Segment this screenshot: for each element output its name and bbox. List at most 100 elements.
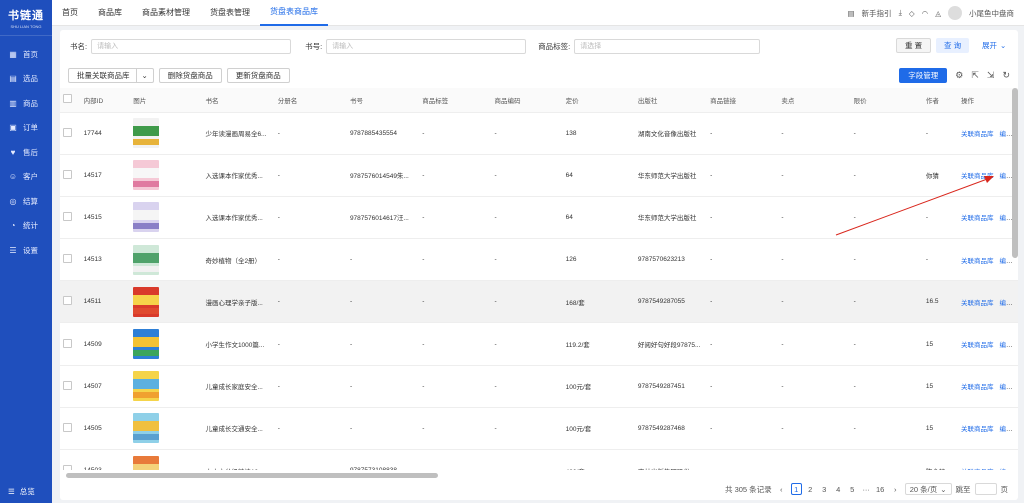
book-cover-image[interactable] [133, 244, 160, 275]
select-all-checkbox[interactable] [63, 94, 72, 104]
page-number[interactable]: 4 [833, 483, 844, 495]
page-number[interactable]: 3 [819, 483, 830, 495]
link-goods-library-link[interactable]: 关联商品库 [961, 426, 994, 433]
avatar[interactable] [948, 6, 962, 20]
jump-page-input[interactable] [974, 483, 997, 495]
row-checkbox[interactable] [63, 380, 72, 390]
row-checkbox[interactable] [63, 169, 72, 179]
table-row[interactable]: 14503小古文分级精读12...-9787573108838--480/套吉林… [60, 449, 1018, 470]
notification-bell-icon[interactable]: ◬ [935, 9, 941, 18]
book-name-input[interactable]: 请输入 [91, 38, 292, 54]
vertical-scrollbar[interactable] [1012, 88, 1018, 258]
link-goods-library-link[interactable]: 关联商品库 [961, 469, 994, 470]
guide-link[interactable]: 新手指引 [862, 8, 892, 19]
link-goods-library-link[interactable]: 关联商品库 [961, 384, 994, 391]
edit-link[interactable]: 编辑 [999, 426, 1012, 433]
skin-icon[interactable]: ◇ [909, 9, 915, 18]
row-checkbox[interactable] [63, 254, 72, 264]
book-cover-image[interactable] [133, 371, 160, 402]
sidebar-item[interactable]: ▦ 首页 [0, 42, 52, 67]
table-row[interactable]: 14509 小学生作文1000篇... - - - -119.2/套 好阅好句好段97875… [60, 322, 1018, 366]
sidebar-item[interactable]: ♥ 售后 [0, 140, 52, 165]
headset-icon[interactable]: ◠ [922, 9, 929, 18]
export-icon[interactable]: ⇱ [971, 70, 979, 81]
row-checkbox[interactable] [63, 465, 72, 470]
expand-toggle[interactable]: 展开 ⌄ [974, 38, 1014, 53]
page-number[interactable]: 5 [847, 483, 858, 495]
page-number[interactable]: ··· [861, 483, 872, 495]
top-tab[interactable]: 货盘表商品库 [260, 0, 328, 26]
row-checkbox[interactable] [63, 422, 72, 432]
sidebar-item[interactable]: ◔ 统计 [0, 214, 52, 239]
page-number[interactable]: 16 [875, 483, 886, 495]
link-goods-library-link[interactable]: 关联商品库 [961, 131, 994, 138]
edit-link[interactable]: 编辑 [999, 258, 1012, 265]
reset-button[interactable]: 重 置 [896, 38, 932, 53]
top-tab[interactable]: 货盘表管理 [200, 0, 260, 26]
page-number[interactable]: 1 [790, 483, 802, 495]
delete-pallet-goods-button[interactable]: 删除货盘商品 [158, 67, 222, 83]
guide-icon[interactable]: ▤ [847, 9, 854, 18]
book-cover-image[interactable] [133, 202, 160, 233]
table-row[interactable]: 17744 少年读漫画周易全6... -9787885435554- -138 湖南文化… [60, 112, 1018, 155]
top-right-tools: ▤ 新手指引 ⤓ ◇ ◠ ◬ 小尾鱼中盘商 [847, 0, 1014, 26]
tag-select[interactable]: 请选择 [574, 38, 761, 54]
edit-link[interactable]: 编辑 [999, 173, 1012, 180]
next-page-button[interactable]: › [890, 483, 901, 495]
prev-page-button[interactable]: ‹ [776, 483, 787, 495]
table-row[interactable]: 14517 入选课本作家优秀... -9787576014549朱... - -64 华东… [60, 154, 1018, 197]
isbn-input[interactable]: 请输入 [326, 38, 527, 54]
edit-link[interactable]: 编辑 [999, 131, 1012, 138]
user-name[interactable]: 小尾鱼中盘商 [969, 8, 1014, 19]
row-checkbox[interactable] [63, 338, 72, 348]
edit-link[interactable]: 编辑 [999, 384, 1012, 391]
row-checkbox[interactable] [63, 296, 72, 306]
book-cover-image[interactable] [133, 160, 160, 191]
book-cover-image[interactable] [133, 455, 160, 470]
book-cover-image[interactable] [133, 118, 160, 149]
top-tab[interactable]: 商品素材管理 [132, 0, 200, 26]
link-goods-library-link[interactable]: 关联商品库 [961, 258, 994, 265]
sidebar-overview-button[interactable]: ☰ 总览 [8, 486, 35, 497]
import-icon[interactable]: ⇲ [987, 70, 995, 81]
batch-link-button[interactable]: 批量关联商品库 ⌄ [68, 67, 154, 83]
link-goods-library-link[interactable]: 关联商品库 [961, 215, 994, 222]
link-goods-library-link[interactable]: 关联商品库 [961, 300, 994, 307]
table-row[interactable]: 14511 漫画心理学亲子版... - - - -168/套 9787549287055- -… [60, 280, 1018, 324]
page-number[interactable]: 2 [805, 483, 816, 495]
table-row[interactable]: 14505 儿童成长交通安全... - - - -100元/套 9787549287468-… [60, 407, 1018, 451]
field-management-button[interactable]: 字段管理 [899, 67, 948, 83]
chevron-down-icon[interactable]: ⌄ [135, 68, 153, 82]
link-goods-library-link[interactable]: 关联商品库 [961, 173, 994, 180]
row-checkbox[interactable] [63, 211, 72, 221]
sidebar-item[interactable]: ☰ 设置 [0, 238, 52, 263]
table-row[interactable]: 14513 奇妙植物（全2册） - - - -126 9787570623213- - - - 关联… [60, 238, 1018, 282]
settings-gear-icon[interactable]: ⚙ [955, 70, 963, 81]
sidebar-item[interactable]: ☺ 客户 [0, 165, 52, 190]
cell-code: - [491, 365, 563, 408]
sidebar-item[interactable]: ▥ 商品 [0, 91, 52, 116]
edit-link[interactable]: 编辑 [999, 300, 1012, 307]
page-size-select[interactable]: 20 条/页 ⌄ [904, 483, 952, 495]
edit-link[interactable]: 编辑 [999, 342, 1012, 349]
query-button[interactable]: 查 询 [936, 38, 970, 53]
refresh-icon[interactable]: ↻ [1002, 70, 1010, 81]
edit-link[interactable]: 编辑 [999, 215, 1012, 222]
download-icon[interactable]: ⤓ [899, 8, 902, 18]
row-checkbox[interactable] [63, 127, 72, 137]
sidebar-item[interactable]: ▣ 订单 [0, 116, 52, 141]
cell-author: - [922, 196, 958, 240]
book-cover-image[interactable] [133, 286, 160, 317]
sidebar-item[interactable]: ◎ 结算 [0, 189, 52, 214]
book-cover-image[interactable] [133, 329, 160, 360]
book-cover-image[interactable] [133, 413, 160, 444]
top-tab[interactable]: 商品库 [88, 0, 132, 26]
edit-link[interactable]: 编辑 [999, 469, 1012, 470]
link-goods-library-link[interactable]: 关联商品库 [961, 342, 994, 349]
top-tab[interactable]: 首页 [52, 0, 88, 26]
update-pallet-goods-button[interactable]: 更新货盘商品 [226, 67, 290, 83]
sidebar-item[interactable]: ▤ 选品 [0, 67, 52, 92]
horizontal-scrollbar[interactable] [66, 473, 438, 478]
table-row[interactable]: 14515 入选课本作家优秀... -9787576014617汪... - -64 华东… [60, 196, 1018, 240]
table-row[interactable]: 14507 儿童成长家庭安全... - - - -100元/套 9787549287451-… [60, 365, 1018, 408]
